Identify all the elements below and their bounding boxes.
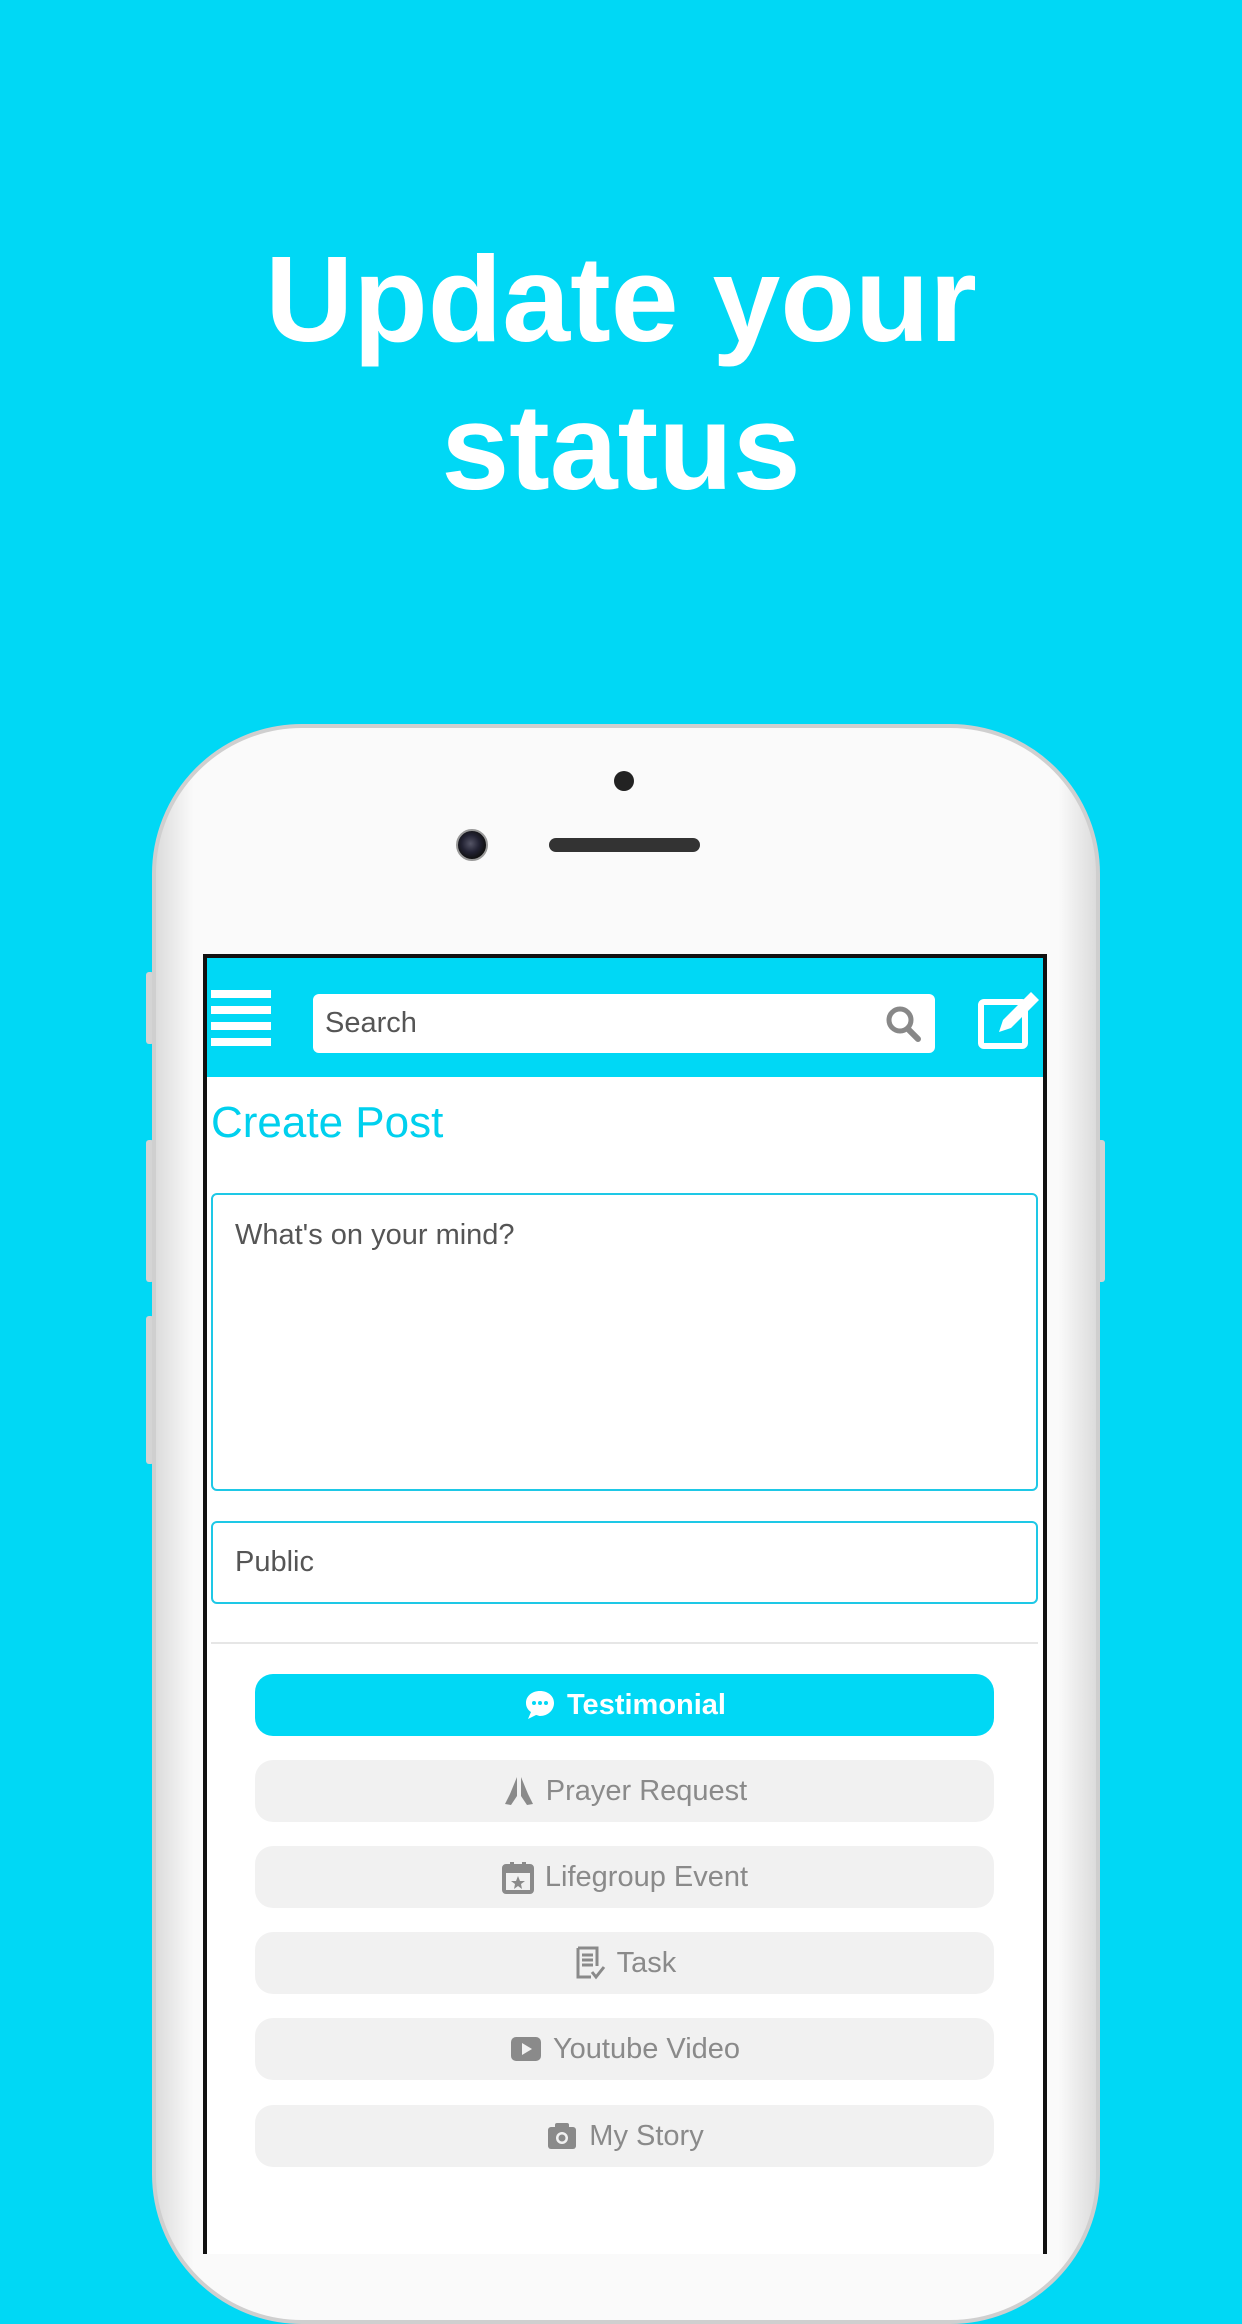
search-icon[interactable] [883, 1004, 923, 1044]
front-camera [456, 829, 488, 861]
privacy-select[interactable]: Public [211, 1521, 1038, 1604]
search-placeholder: Search [325, 1007, 417, 1039]
post-type-lifegroup-event[interactable]: Lifegroup Event [255, 1846, 994, 1908]
post-type-testimonial[interactable]: Testimonial [255, 1674, 994, 1736]
post-type-label: My Story [589, 2119, 704, 2152]
post-type-prayer-request[interactable]: Prayer Request [255, 1760, 994, 1822]
calendar-icon [501, 1862, 534, 1894]
post-type-label: Youtube Video [552, 2032, 741, 2065]
chat-bubble-icon [526, 1691, 554, 1719]
phone-screen: Search Create Post What's on your mind? … [203, 954, 1047, 2254]
praying-hands-icon [504, 1777, 533, 1805]
camera-icon [548, 2123, 577, 2149]
post-type-label: Prayer Request [545, 1774, 748, 1807]
post-type-label: Lifegroup Event [544, 1860, 749, 1893]
headline-line-1: Update your [265, 231, 977, 367]
post-type-youtube-video[interactable]: Youtube Video [255, 2018, 994, 2080]
task-list-icon [576, 1946, 605, 1980]
page-title: Create Post [211, 1098, 444, 1147]
earpiece-speaker [549, 838, 700, 852]
proximity-sensor [614, 771, 634, 791]
top-bar: Search [207, 958, 1043, 1077]
post-type-my-story[interactable]: My Story [255, 2105, 994, 2167]
post-type-label: Task [616, 1946, 677, 1979]
youtube-icon [510, 2037, 541, 2061]
privacy-value: Public [235, 1546, 314, 1578]
divider [211, 1642, 1038, 1644]
edit-icon[interactable] [977, 988, 1041, 1050]
post-text-area[interactable]: What's on your mind? [211, 1193, 1038, 1491]
headline-line-2: status [441, 379, 801, 515]
post-placeholder: What's on your mind? [235, 1219, 515, 1251]
post-type-label: Testimonial [567, 1688, 726, 1721]
search-input[interactable]: Search [313, 994, 935, 1053]
post-type-task[interactable]: Task [255, 1932, 994, 1994]
hamburger-icon[interactable] [211, 990, 271, 1046]
headline: Update your status [0, 225, 1242, 521]
